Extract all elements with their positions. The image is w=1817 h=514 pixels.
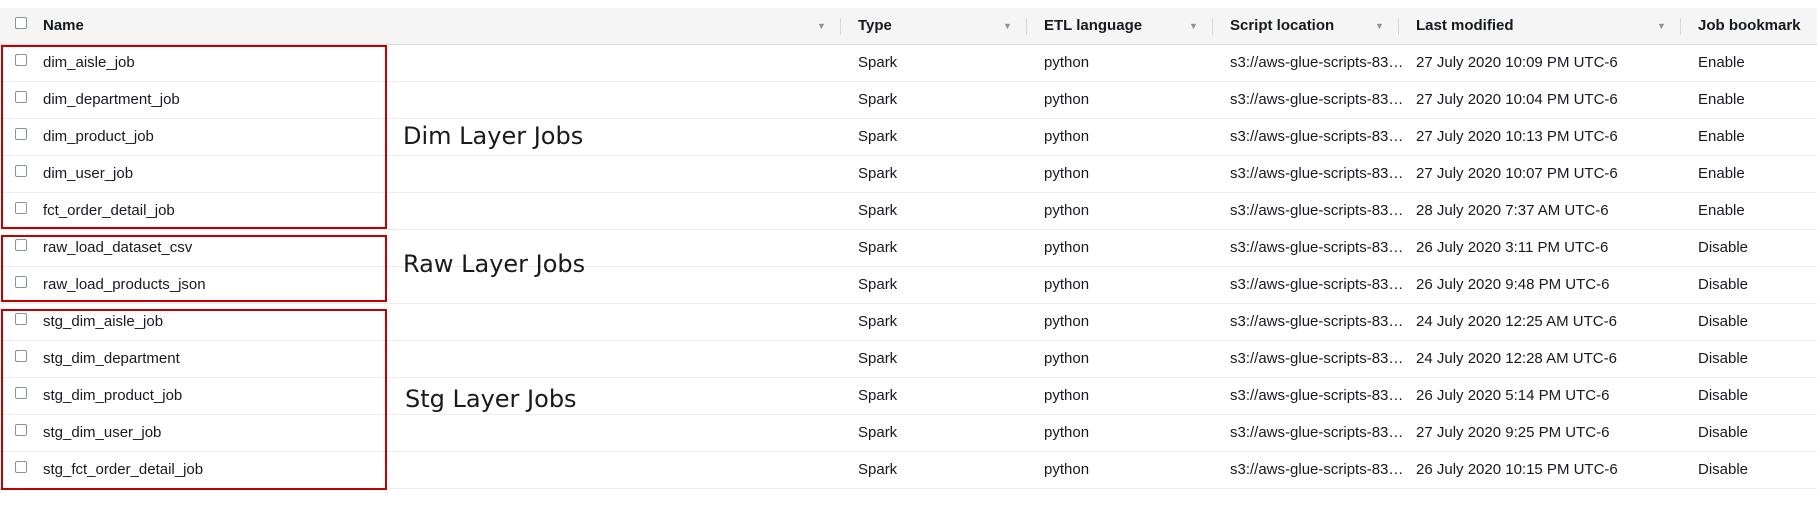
sort-caret-down-icon[interactable]: ▼ xyxy=(1657,8,1666,45)
job-type: Spark xyxy=(858,165,898,182)
job-bookmark: Disable xyxy=(1698,461,1749,478)
column-header-etl-language[interactable]: ETL language xyxy=(1044,8,1142,45)
job-type: Spark xyxy=(858,387,898,404)
raw-layer-label: Raw Layer Jobs xyxy=(403,250,586,278)
dim-layer-label: Dim Layer Jobs xyxy=(403,122,584,150)
job-etl-language: python xyxy=(1044,128,1090,145)
column-header-script-location[interactable]: Script location xyxy=(1230,8,1334,45)
job-etl-language: python xyxy=(1044,202,1090,219)
job-script-location: s3://aws-glue-scripts-83… xyxy=(1230,313,1404,330)
sort-caret-down-icon[interactable]: ▼ xyxy=(1375,8,1384,45)
job-last-modified: 26 July 2020 3:11 PM UTC-6 xyxy=(1416,239,1609,256)
job-script-location: s3://aws-glue-scripts-83… xyxy=(1230,424,1404,441)
job-bookmark: Disable xyxy=(1698,350,1749,367)
job-bookmark: Disable xyxy=(1698,387,1749,404)
job-type: Spark xyxy=(858,91,898,108)
job-bookmark: Enable xyxy=(1698,202,1745,219)
job-last-modified: 27 July 2020 10:07 PM UTC-6 xyxy=(1416,165,1618,182)
column-header-type[interactable]: Type xyxy=(858,8,892,45)
job-bookmark: Enable xyxy=(1698,165,1745,182)
job-type: Spark xyxy=(858,350,898,367)
job-etl-language: python xyxy=(1044,54,1090,71)
job-last-modified: 28 July 2020 7:37 AM UTC-6 xyxy=(1416,202,1609,219)
job-type: Spark xyxy=(858,313,898,330)
job-bookmark: Disable xyxy=(1698,276,1749,293)
job-type: Spark xyxy=(858,54,898,71)
job-script-location: s3://aws-glue-scripts-83… xyxy=(1230,387,1404,404)
sort-caret-down-icon[interactable]: ▼ xyxy=(1003,8,1012,45)
job-etl-language: python xyxy=(1044,424,1090,441)
job-script-location: s3://aws-glue-scripts-83… xyxy=(1230,165,1404,182)
job-etl-language: python xyxy=(1044,350,1090,367)
job-bookmark: Enable xyxy=(1698,128,1745,145)
job-script-location: s3://aws-glue-scripts-83… xyxy=(1230,91,1404,108)
column-header-last-modified[interactable]: Last modified xyxy=(1416,8,1514,45)
job-etl-language: python xyxy=(1044,239,1090,256)
job-bookmark: Disable xyxy=(1698,239,1749,256)
job-type: Spark xyxy=(858,202,898,219)
job-bookmark: Enable xyxy=(1698,54,1745,71)
job-last-modified: 27 July 2020 10:04 PM UTC-6 xyxy=(1416,91,1618,108)
column-divider[interactable] xyxy=(1026,18,1027,35)
job-etl-language: python xyxy=(1044,387,1090,404)
sort-caret-down-icon[interactable]: ▼ xyxy=(817,8,826,45)
job-script-location: s3://aws-glue-scripts-83… xyxy=(1230,54,1404,71)
column-header-name[interactable]: Name xyxy=(43,8,84,45)
job-script-location: s3://aws-glue-scripts-83… xyxy=(1230,461,1404,478)
job-bookmark: Enable xyxy=(1698,91,1745,108)
job-last-modified: 24 July 2020 12:25 AM UTC-6 xyxy=(1416,313,1617,330)
table-header: Name ▼ Type ▼ ETL language ▼ Script loca… xyxy=(0,8,1817,45)
job-last-modified: 27 July 2020 10:09 PM UTC-6 xyxy=(1416,54,1618,71)
job-type: Spark xyxy=(858,276,898,293)
job-last-modified: 26 July 2020 9:48 PM UTC-6 xyxy=(1416,276,1610,293)
sort-caret-down-icon[interactable]: ▼ xyxy=(1189,8,1198,45)
job-last-modified: 24 July 2020 12:28 AM UTC-6 xyxy=(1416,350,1617,367)
job-script-location: s3://aws-glue-scripts-83… xyxy=(1230,350,1404,367)
job-etl-language: python xyxy=(1044,313,1090,330)
job-bookmark: Disable xyxy=(1698,424,1749,441)
job-last-modified: 27 July 2020 9:25 PM UTC-6 xyxy=(1416,424,1610,441)
job-script-location: s3://aws-glue-scripts-83… xyxy=(1230,239,1404,256)
column-divider[interactable] xyxy=(1212,18,1213,35)
select-all-checkbox[interactable] xyxy=(15,17,27,29)
job-etl-language: python xyxy=(1044,165,1090,182)
job-etl-language: python xyxy=(1044,276,1090,293)
job-bookmark: Disable xyxy=(1698,313,1749,330)
stg-layer-group-box xyxy=(1,309,387,490)
stg-layer-label: Stg Layer Jobs xyxy=(405,385,577,413)
column-header-job-bookmark[interactable]: Job bookmark xyxy=(1698,8,1801,45)
job-last-modified: 27 July 2020 10:13 PM UTC-6 xyxy=(1416,128,1618,145)
job-etl-language: python xyxy=(1044,461,1090,478)
job-script-location: s3://aws-glue-scripts-83… xyxy=(1230,202,1404,219)
job-script-location: s3://aws-glue-scripts-83… xyxy=(1230,128,1404,145)
job-type: Spark xyxy=(858,424,898,441)
column-divider[interactable] xyxy=(1398,18,1399,35)
raw-layer-group-box xyxy=(1,235,387,302)
job-last-modified: 26 July 2020 5:14 PM UTC-6 xyxy=(1416,387,1610,404)
job-script-location: s3://aws-glue-scripts-83… xyxy=(1230,276,1404,293)
column-divider[interactable] xyxy=(1680,18,1681,35)
column-divider[interactable] xyxy=(840,18,841,35)
job-type: Spark xyxy=(858,239,898,256)
dim-layer-group-box xyxy=(1,45,387,229)
job-type: Spark xyxy=(858,128,898,145)
job-last-modified: 26 July 2020 10:15 PM UTC-6 xyxy=(1416,461,1618,478)
job-type: Spark xyxy=(858,461,898,478)
job-etl-language: python xyxy=(1044,91,1090,108)
